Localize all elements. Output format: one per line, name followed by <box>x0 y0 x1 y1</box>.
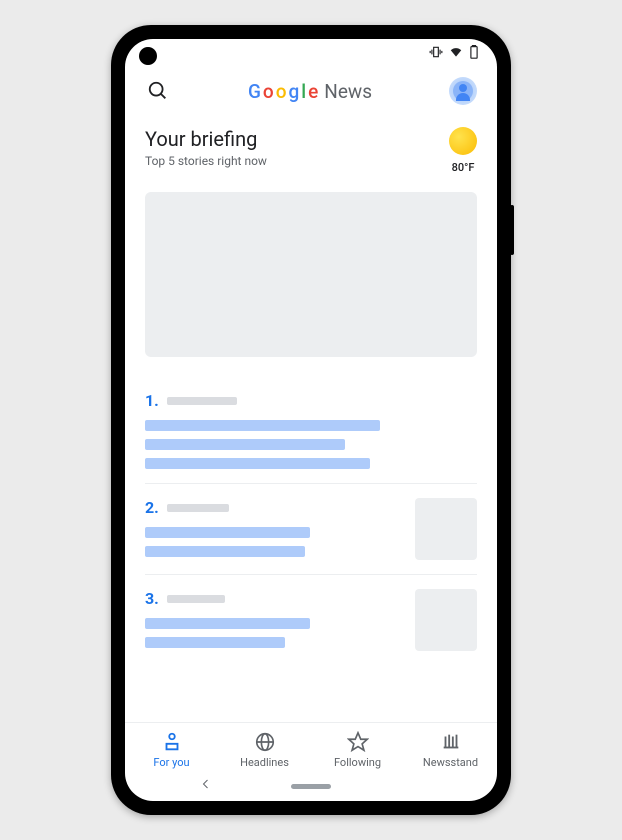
story-headline-placeholder <box>145 420 477 469</box>
sun-icon <box>449 127 477 155</box>
screen: Google News Your briefing Top 5 stories … <box>125 39 497 801</box>
story-body: 2. <box>145 498 403 560</box>
phone-side-button <box>510 205 514 255</box>
story-body: 3. <box>145 589 403 651</box>
vibration-icon <box>429 45 443 63</box>
story-headline-placeholder <box>145 618 403 648</box>
story-meta: 2. <box>145 498 403 517</box>
nav-following[interactable]: Following <box>311 731 404 769</box>
account-avatar[interactable] <box>449 77 477 105</box>
story-number: 1. <box>145 391 159 410</box>
hero-story-image[interactable] <box>145 192 477 357</box>
story-thumbnail <box>415 589 477 651</box>
globe-icon <box>254 731 276 753</box>
main-content: Your briefing Top 5 stories right now 80… <box>125 119 497 722</box>
story-item[interactable]: 1. <box>145 377 477 484</box>
story-source-placeholder <box>167 595 225 603</box>
wifi-icon <box>449 45 463 63</box>
nav-headlines[interactable]: Headlines <box>218 731 311 769</box>
status-bar <box>125 39 497 69</box>
app-bar: Google News <box>125 69 497 119</box>
story-number: 2. <box>145 498 159 517</box>
search-icon <box>147 80 169 102</box>
nav-for-you-label: For you <box>153 756 189 769</box>
story-item[interactable]: 2. <box>145 484 477 575</box>
battery-icon <box>469 45 479 63</box>
avatar-icon <box>453 81 473 101</box>
bottom-nav: For you Headlines Following Newsstand <box>125 722 497 771</box>
front-camera <box>139 47 157 65</box>
story-source-placeholder <box>167 397 237 405</box>
star-icon <box>347 731 369 753</box>
briefing-subtitle: Top 5 stories right now <box>145 154 267 168</box>
story-item[interactable]: 3. <box>145 575 477 665</box>
for-you-icon <box>161 731 183 753</box>
story-body: 1. <box>145 391 477 469</box>
nav-following-label: Following <box>334 756 381 769</box>
system-back-button[interactable] <box>200 778 212 794</box>
weather-temperature: 80°F <box>449 161 477 174</box>
phone-frame: Google News Your briefing Top 5 stories … <box>111 25 511 815</box>
nav-newsstand[interactable]: Newsstand <box>404 731 497 769</box>
briefing-header: Your briefing Top 5 stories right now 80… <box>145 127 477 174</box>
story-headline-placeholder <box>145 527 403 557</box>
briefing-title: Your briefing <box>145 127 267 151</box>
newsstand-icon <box>440 731 462 753</box>
story-number: 3. <box>145 589 159 608</box>
app-logo: Google News <box>248 80 372 103</box>
search-button[interactable] <box>145 78 171 104</box>
nav-for-you[interactable]: For you <box>125 731 218 769</box>
nav-newsstand-label: Newsstand <box>423 756 478 769</box>
story-meta: 3. <box>145 589 403 608</box>
story-meta: 1. <box>145 391 477 410</box>
story-thumbnail <box>415 498 477 560</box>
system-nav-bar <box>125 771 497 801</box>
nav-headlines-label: Headlines <box>240 756 289 769</box>
weather-widget[interactable]: 80°F <box>449 127 477 174</box>
stories-list: 1. 2. 3. <box>145 377 477 665</box>
story-source-placeholder <box>167 504 229 512</box>
system-home-pill[interactable] <box>291 784 331 789</box>
